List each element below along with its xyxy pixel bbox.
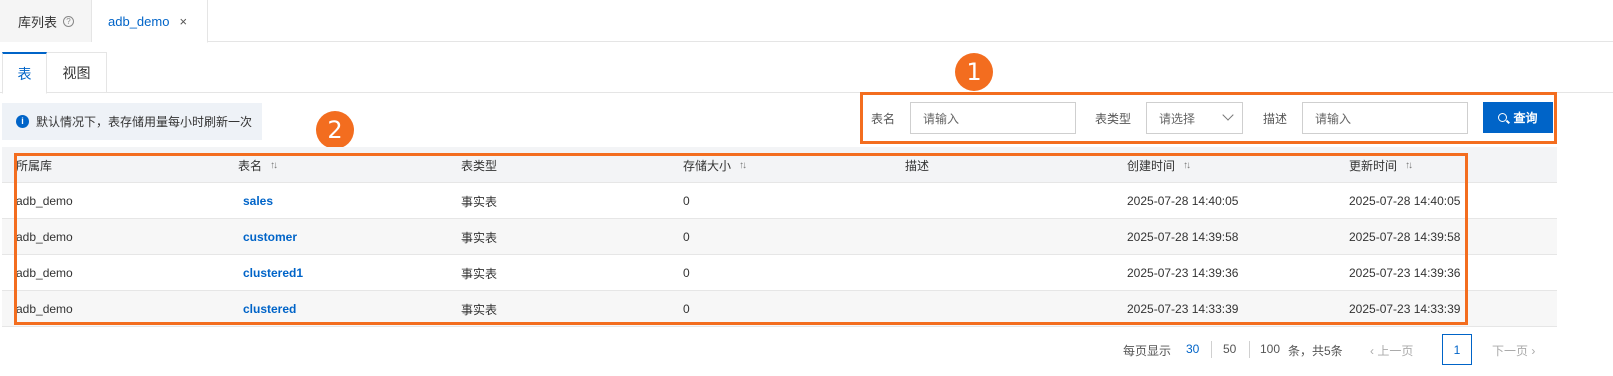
tab-tables[interactable]: 表	[2, 52, 47, 94]
callout-badge-1: 1	[955, 53, 993, 91]
tab-database-list-label: 库列表	[18, 14, 58, 30]
notice-text: 默认情况下，表存储用量每小时刷新一次	[36, 115, 253, 129]
per-page-label: 每页显示	[1123, 344, 1172, 358]
page-size-option-50[interactable]: 50	[1223, 342, 1236, 356]
page-size-divider	[1211, 341, 1212, 358]
page-size-divider	[1249, 341, 1250, 358]
table-type-select[interactable]: 请选择	[1146, 102, 1243, 134]
search-icon	[1498, 113, 1508, 122]
callout-badge-2: 2	[316, 111, 354, 149]
tab-adb-demo[interactable]: adb_demo ×	[92, 0, 208, 43]
table-type-label: 表类型	[1095, 112, 1132, 126]
prev-page-button[interactable]: ‹ 上一页	[1370, 342, 1413, 359]
page-size-option-100[interactable]: 100	[1260, 342, 1280, 356]
close-icon[interactable]: ×	[179, 14, 187, 29]
info-icon: i	[16, 115, 29, 128]
description-input[interactable]: 请输入	[1302, 102, 1468, 134]
table-name-label: 表名	[871, 112, 896, 126]
top-tab-bar: 库列表 ? adb_demo ×	[0, 0, 1613, 43]
table-name-input[interactable]: 请输入	[910, 102, 1076, 134]
page-number-1[interactable]: 1	[1442, 334, 1472, 365]
tab-views[interactable]: 视图	[47, 52, 107, 93]
prev-page-label: 上一页	[1377, 344, 1414, 358]
chevron-right-icon: ›	[1531, 344, 1536, 358]
next-page-label: 下一页	[1492, 344, 1529, 358]
page-size-option-30[interactable]: 30	[1186, 342, 1199, 356]
help-icon[interactable]: ?	[63, 15, 75, 27]
search-button[interactable]: 查询	[1483, 102, 1553, 133]
search-button-label: 查询	[1513, 111, 1538, 125]
table-type-value: 请选择	[1159, 111, 1196, 126]
description-placeholder: 请输入	[1315, 111, 1352, 126]
table-highlight-box	[14, 153, 1468, 325]
tab-database-list[interactable]: 库列表 ?	[0, 0, 92, 42]
chevron-down-icon	[1222, 109, 1234, 121]
table-name-placeholder: 请输入	[923, 111, 960, 126]
total-count-text: 条，共5条	[1288, 344, 1343, 358]
tab-adb-demo-label: adb_demo	[108, 13, 170, 29]
object-type-tabs: 表 视图	[0, 52, 1613, 94]
chevron-left-icon: ‹	[1370, 344, 1374, 358]
next-page-button[interactable]: 下一页 ›	[1492, 342, 1535, 359]
description-label: 描述	[1263, 112, 1288, 126]
storage-refresh-notice: i 默认情况下，表存储用量每小时刷新一次	[2, 103, 262, 140]
